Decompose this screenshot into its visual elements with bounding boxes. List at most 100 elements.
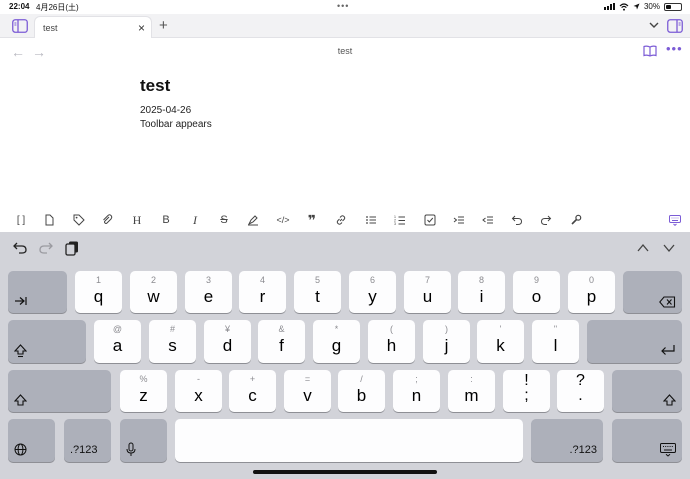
key-n[interactable]: ; n — [393, 370, 440, 412]
bullet-list-icon[interactable] — [363, 212, 379, 228]
key-j-alt: ) — [445, 324, 448, 334]
key-p[interactable]: 0p — [568, 271, 615, 313]
key-d[interactable]: ¥ d — [204, 320, 251, 363]
key-m[interactable]: :m — [448, 370, 495, 412]
key-b-label: b — [356, 386, 367, 405]
key-h[interactable]: (h — [368, 320, 415, 363]
key-y[interactable]: 6y — [349, 271, 396, 313]
key-k[interactable]: ' k — [477, 320, 524, 363]
tab-test[interactable]: test × — [34, 16, 152, 38]
key-z[interactable]: % z — [120, 370, 167, 412]
previous-field-chevron-up-icon[interactable] — [636, 242, 650, 254]
key-g-label: g — [331, 336, 342, 355]
brackets-icon[interactable]: [ ] — [13, 212, 29, 228]
key-g[interactable]: * g — [313, 320, 360, 363]
key-x[interactable]: -x — [175, 370, 222, 412]
key-e-label: e — [203, 287, 214, 306]
key-u[interactable]: 7u — [404, 271, 451, 313]
key-c[interactable]: + c — [229, 370, 276, 412]
key-j[interactable]: ) j — [423, 320, 470, 363]
link-icon[interactable] — [333, 212, 349, 228]
new-tab-icon[interactable]: + — [159, 17, 168, 34]
left-sidebar-toggle-icon[interactable] — [12, 19, 28, 33]
next-field-chevron-down-icon[interactable] — [662, 242, 676, 254]
paste-clipboard-icon[interactable] — [64, 240, 80, 256]
tab-label: test — [43, 23, 58, 33]
outdent-icon[interactable] — [480, 212, 496, 228]
multitasking-dots-icon[interactable]: ••• — [337, 1, 349, 11]
numbered-list-icon[interactable]: 123 — [392, 212, 408, 228]
caps-lock-key[interactable] — [8, 320, 86, 363]
numbers-key-right[interactable]: .?123 — [531, 419, 603, 462]
heading-icon[interactable]: H — [129, 212, 145, 228]
key-semicolon[interactable]: !; — [503, 370, 550, 412]
checkbox-icon[interactable] — [422, 212, 438, 228]
keyboard-undo-icon[interactable] — [12, 240, 28, 256]
key-r-alt: 4 — [259, 275, 265, 285]
strikethrough-icon[interactable]: S — [216, 212, 232, 228]
note-title[interactable]: test — [140, 76, 170, 96]
note-header-title[interactable]: test — [0, 46, 690, 56]
location-icon — [633, 3, 640, 10]
key-q[interactable]: 1q — [75, 271, 122, 313]
italic-icon[interactable]: I — [187, 212, 203, 228]
key-w[interactable]: 2w — [130, 271, 177, 313]
key-i[interactable]: 8i — [458, 271, 505, 313]
key-l-alt: " — [553, 324, 558, 334]
key-f-label: f — [279, 336, 284, 355]
indent-icon[interactable] — [451, 212, 467, 228]
highlight-icon[interactable] — [245, 212, 261, 228]
attachment-icon[interactable] — [99, 212, 115, 228]
key-s[interactable]: # s — [149, 320, 196, 363]
more-options-icon[interactable]: ••• — [666, 41, 683, 56]
file-icon[interactable] — [41, 212, 57, 228]
reading-mode-book-icon[interactable] — [643, 45, 657, 57]
editor-toolbar: [ ] H B I S </> ❞ 123 — [0, 208, 690, 232]
undo-icon[interactable] — [509, 212, 525, 228]
bold-icon[interactable]: B — [158, 212, 174, 228]
wrench-icon[interactable] — [568, 212, 584, 228]
delete-key[interactable] — [623, 271, 682, 313]
status-date: 4月26日(土) — [36, 3, 79, 12]
return-key[interactable] — [587, 320, 682, 363]
key-o[interactable]: 9o — [513, 271, 560, 313]
quote-icon[interactable]: ❞ — [304, 212, 320, 228]
tab-arrow-icon — [15, 297, 27, 305]
key-a[interactable]: @ a — [94, 320, 141, 363]
key-v-alt: = — [304, 374, 311, 384]
home-indicator[interactable] — [253, 470, 437, 474]
right-sidebar-toggle-icon[interactable] — [667, 19, 683, 33]
key-e[interactable]: 3e — [185, 271, 232, 313]
key-a-label: a — [112, 336, 123, 355]
dictation-key[interactable] — [120, 419, 167, 462]
key-f[interactable]: & f — [258, 320, 305, 363]
key-n-alt: ; — [415, 374, 418, 384]
note-line-date[interactable]: 2025-04-26 — [140, 105, 191, 116]
tag-icon[interactable] — [71, 212, 87, 228]
hide-keyboard-key[interactable] — [612, 419, 682, 462]
key-c-label: c — [248, 386, 257, 405]
key-r[interactable]: 4r — [239, 271, 286, 313]
key-b[interactable]: / b — [338, 370, 385, 412]
chevron-down-icon[interactable] — [648, 19, 660, 31]
right-shift-key[interactable] — [612, 370, 682, 412]
status-time: 22:04 — [9, 2, 30, 11]
key-period[interactable]: ?. — [557, 370, 604, 412]
code-icon[interactable]: </> — [275, 212, 291, 228]
space-bar[interactable] — [175, 419, 523, 462]
key-t-alt: 5 — [314, 275, 320, 285]
note-line-text[interactable]: Toolbar appears — [140, 119, 212, 130]
key-v[interactable]: = v — [284, 370, 331, 412]
close-tab-icon[interactable]: × — [138, 21, 145, 35]
keyboard-dismiss-icon[interactable] — [667, 212, 683, 228]
globe-key[interactable] — [8, 419, 55, 462]
key-l[interactable]: " l — [532, 320, 579, 363]
left-shift-key[interactable] — [8, 370, 111, 412]
key-t[interactable]: 5t — [294, 271, 341, 313]
key-o-label: o — [531, 287, 542, 306]
tab-bar: test × + — [0, 14, 690, 38]
tab-key[interactable] — [8, 271, 67, 313]
keyboard-redo-icon[interactable] — [38, 240, 54, 256]
redo-icon[interactable] — [538, 212, 554, 228]
numbers-key-left[interactable]: .?123 — [64, 419, 111, 462]
